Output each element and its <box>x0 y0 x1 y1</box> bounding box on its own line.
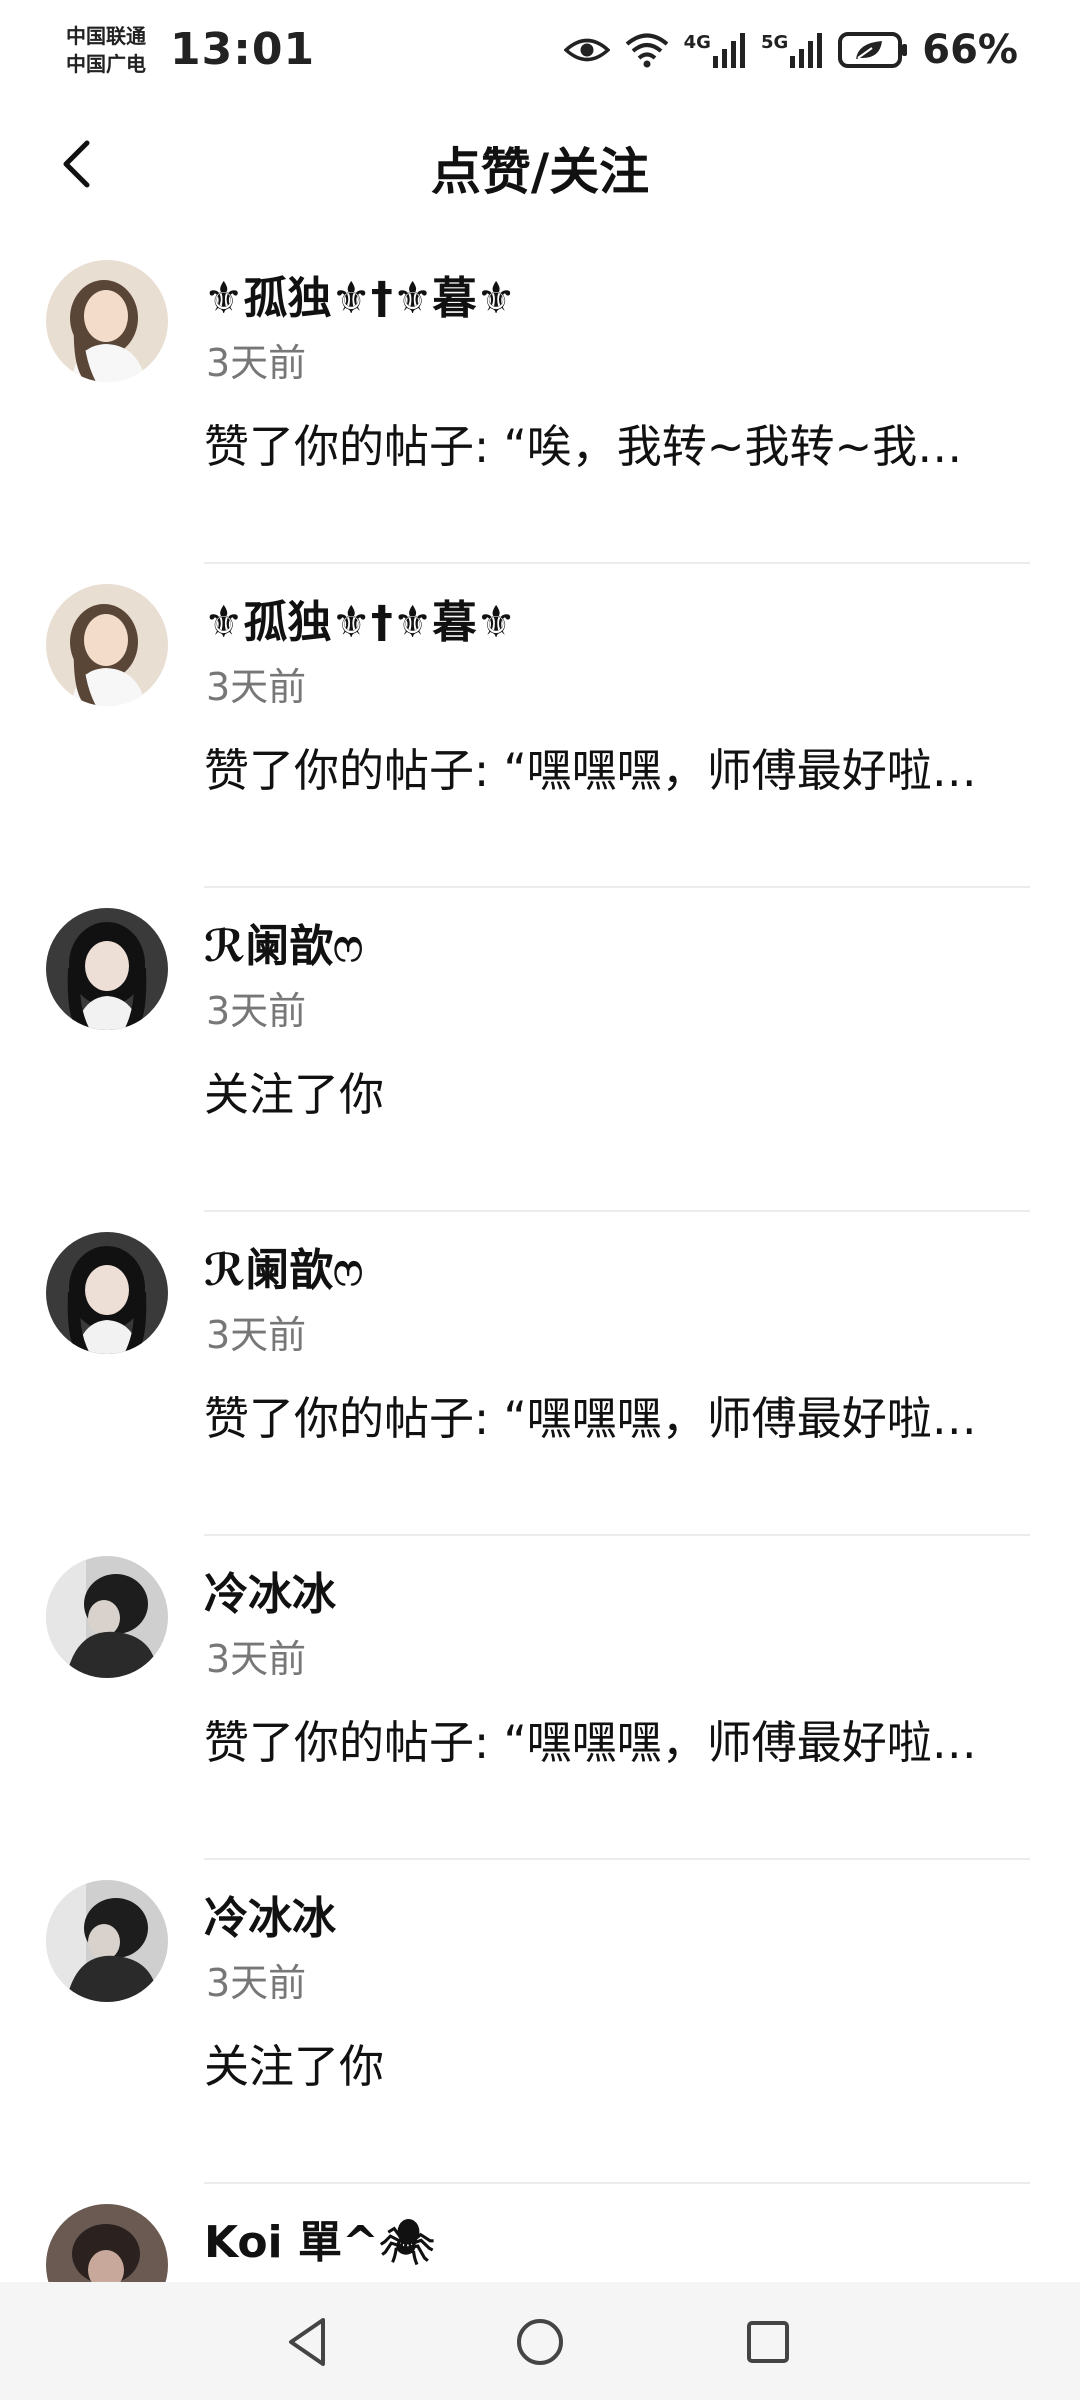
status-bar: 中国联通 中国广电 13:01 4G 5G 66% <box>0 0 1080 110</box>
avatar[interactable] <box>46 2204 168 2282</box>
notification-text[interactable]: 赞了你的帖子: “唉，我转~我转~我… <box>204 410 1050 475</box>
timestamp: 3天前 <box>206 341 307 385</box>
system-nav-bar <box>0 2282 1080 2400</box>
battery-percent: 66% <box>922 27 1018 73</box>
timestamp: 3天前 <box>206 665 307 709</box>
notification-list[interactable]: ⚜孤独⚜†⚜暮⚜ 3天前 赞了你的帖子: “唉，我转~我转~我… ⚜孤独⚜†⚜暮… <box>0 240 1080 2282</box>
user-name[interactable]: 冷冰冰 <box>204 1558 336 1622</box>
avatar[interactable] <box>46 584 168 706</box>
avatar[interactable] <box>46 260 168 382</box>
timestamp: 3天前 <box>206 989 307 1033</box>
timestamp: 3天前 <box>206 1637 307 1681</box>
notification-text[interactable]: 赞了你的帖子: “嘿嘿嘿，师傅最好啦… <box>204 734 1050 799</box>
list-item[interactable]: ⚜孤独⚜†⚜暮⚜ 3天前 赞了你的帖子: “嘿嘿嘿，师傅最好啦… <box>0 564 1080 888</box>
user-name[interactable]: ⚜孤独⚜†⚜暮⚜ <box>204 262 516 326</box>
notification-text[interactable]: 关注了你 <box>204 2030 1050 2095</box>
avatar[interactable] <box>46 908 168 1030</box>
avatar[interactable] <box>46 1556 168 1678</box>
back-triangle-icon <box>289 2318 325 2366</box>
signal-icon-4g: 4G <box>684 32 747 68</box>
carrier-2: 中国广电 <box>66 52 146 76</box>
carrier-info: 中国联通 中国广电 <box>66 22 146 78</box>
signal-icon-5g: 5G <box>761 32 824 68</box>
network-label-2: 5G <box>760 32 789 53</box>
battery-icon <box>838 31 908 69</box>
wifi-icon <box>624 32 670 68</box>
notification-text[interactable]: 关注了你 <box>204 1058 1050 1123</box>
user-name[interactable]: ⚜孤独⚜†⚜暮⚜ <box>204 586 516 650</box>
user-name[interactable]: Koi 單^🕷 <box>204 2206 435 2270</box>
nav-back-button[interactable] <box>278 2312 338 2372</box>
list-item[interactable]: ⚜孤独⚜†⚜暮⚜ 3天前 赞了你的帖子: “唉，我转~我转~我… <box>0 240 1080 564</box>
carrier-1: 中国联通 <box>66 24 146 48</box>
list-item[interactable]: ℛ阑歆ෆ 3天前 关注了你 <box>0 888 1080 1212</box>
list-item[interactable]: ℛ阑歆ෆ 3天前 赞了你的帖子: “嘿嘿嘿，师傅最好啦… <box>0 1212 1080 1536</box>
notification-text[interactable]: 赞了你的帖子: “嘿嘿嘿，师傅最好啦… <box>204 1382 1050 1447</box>
avatar[interactable] <box>46 1232 168 1354</box>
eye-icon <box>563 35 610 65</box>
avatar[interactable] <box>46 1880 168 2002</box>
notification-text[interactable]: 赞了你的帖子: “嘿嘿嘿，师傅最好啦… <box>204 1706 1050 1771</box>
list-item[interactable]: Koi 單^🕷 <box>0 2184 1080 2282</box>
user-name[interactable]: ℛ阑歆ෆ <box>204 910 363 974</box>
page-title: 点赞/关注 <box>430 143 650 201</box>
status-icons: 4G 5G 66% <box>563 26 1018 74</box>
home-circle-icon <box>517 2319 563 2365</box>
nav-recents-button[interactable] <box>738 2312 798 2372</box>
list-item[interactable]: 冷冰冰 3天前 关注了你 <box>0 1860 1080 2184</box>
user-name[interactable]: 冷冰冰 <box>204 1882 336 1946</box>
list-item[interactable]: 冷冰冰 3天前 赞了你的帖子: “嘿嘿嘿，师傅最好啦… <box>0 1536 1080 1860</box>
header: 点赞/关注 <box>0 110 1080 220</box>
nav-home-button[interactable] <box>510 2312 570 2372</box>
timestamp: 3天前 <box>206 1313 307 1357</box>
recents-square-icon <box>747 2321 789 2363</box>
timestamp: 3天前 <box>206 1961 307 2005</box>
user-name[interactable]: ℛ阑歆ෆ <box>204 1234 363 1298</box>
status-time: 13:01 <box>170 24 316 75</box>
network-label-1: 4G <box>683 32 711 53</box>
